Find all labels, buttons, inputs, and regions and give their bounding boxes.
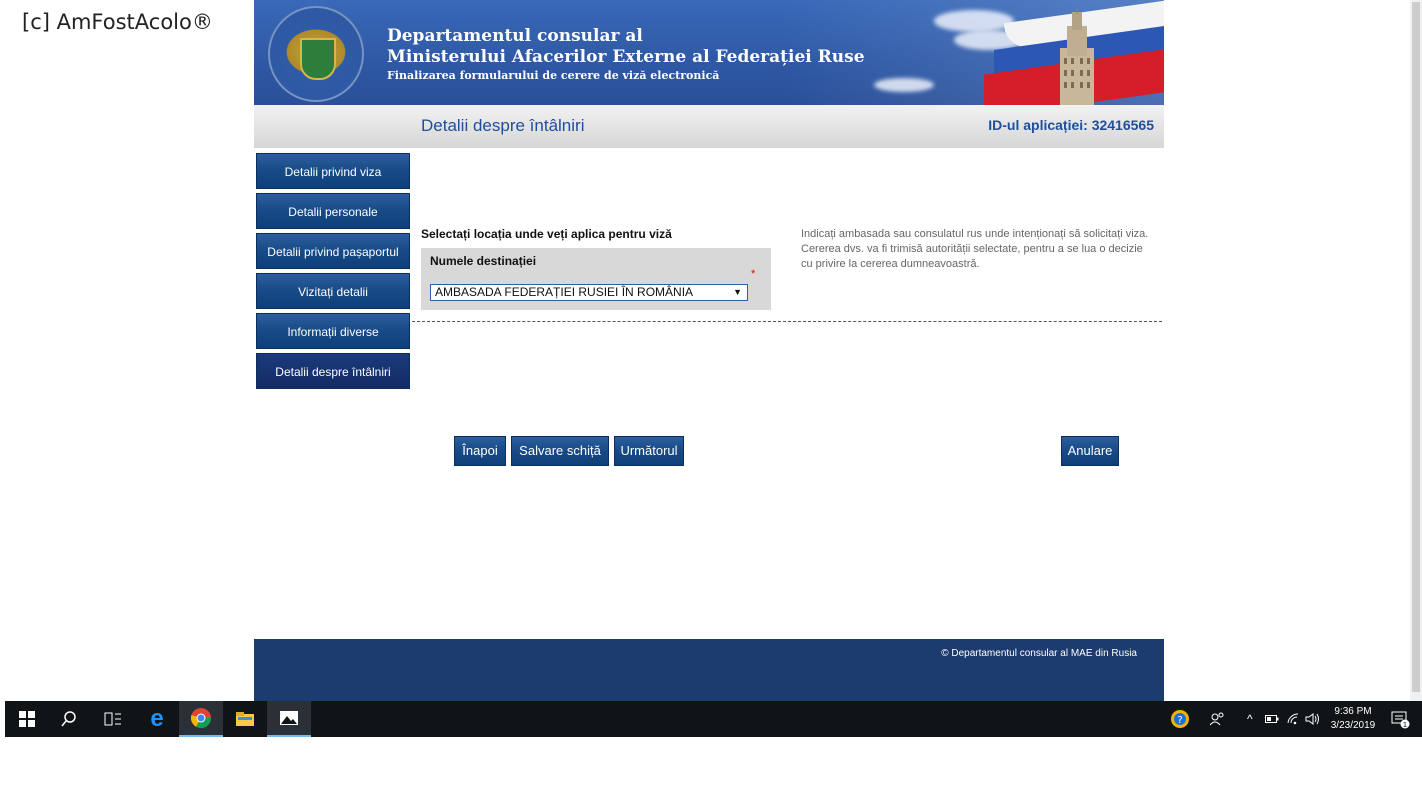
location-section-label: Selectați locația unde veți aplica pentr… (421, 227, 672, 241)
wifi-icon[interactable] (1287, 701, 1301, 737)
page-scrollbar[interactable] (1410, 0, 1422, 701)
ministry-building-icon (1060, 8, 1094, 105)
page: Departamentul consular al Ministerului A… (254, 0, 1164, 701)
edge-browser-icon[interactable]: e (135, 701, 179, 737)
sidebar-item-personal-details[interactable]: Detalii personale (256, 193, 410, 229)
sidebar: Detalii privind viza Detalii personale D… (256, 153, 410, 393)
clock-date: 3/23/2019 (1330, 720, 1376, 731)
header-line-3: Finalizarea formularului de cerere de vi… (387, 69, 720, 82)
svg-text:?: ? (1177, 715, 1182, 726)
action-center-icon[interactable]: 1 (1390, 701, 1410, 737)
windows-start-icon[interactable] (5, 701, 49, 737)
clock-time: 9:36 PM (1334, 706, 1372, 717)
destination-select-value: AMBASADA FEDERAȚIEI RUSIEI ÎN ROMÂNIA (435, 285, 694, 299)
sidebar-item-misc-info[interactable]: Informații diverse (256, 313, 410, 349)
sidebar-item-visit-details[interactable]: Vizitați detalii (256, 273, 410, 309)
dashed-divider (412, 321, 1162, 322)
help-text: Indicați ambasada sau consulatul rus und… (801, 228, 1149, 270)
sidebar-item-passport-details[interactable]: Detalii privind pașaportul (256, 233, 410, 269)
cancel-button[interactable]: Anulare (1061, 436, 1119, 466)
section-header: Detalii despre întâlniri ID-ul aplicație… (254, 105, 1164, 148)
notification-count: 1 (1403, 721, 1407, 729)
people-icon[interactable] (1210, 701, 1224, 737)
header-line-2: Ministerului Afacerilor Externe al Feder… (387, 47, 865, 67)
dropdown-arrow-icon: ▼ (733, 287, 742, 297)
header-title: Departamentul consular al Ministerului A… (387, 26, 865, 83)
help-icon[interactable]: ? (1170, 701, 1190, 737)
battery-icon[interactable] (1265, 701, 1279, 737)
search-icon[interactable] (47, 701, 91, 737)
photos-app-icon[interactable] (267, 701, 311, 737)
windows-taskbar: e ? ^ 9:36 PM 3/23/2019 1 (5, 701, 1422, 737)
consular-emblem-icon (268, 6, 364, 102)
task-view-icon[interactable] (91, 701, 135, 737)
next-button[interactable]: Următorul (614, 436, 684, 466)
destination-select[interactable]: AMBASADA FEDERAȚIEI RUSIEI ÎN ROMÂNIA ▼ (430, 284, 748, 301)
destination-field-label: Numele destinației (430, 254, 537, 268)
footer-copyright: © Departamentul consular al MAE din Rusi… (941, 648, 1137, 659)
chrome-browser-icon[interactable] (179, 701, 223, 737)
watermark: [c] AmFostAcolo® (22, 10, 213, 34)
sidebar-item-appointment-details[interactable]: Detalii despre întâlniri (256, 353, 410, 389)
save-draft-button[interactable]: Salvare schiță (511, 436, 609, 466)
scrollbar-thumb[interactable] (1412, 2, 1420, 692)
application-id: ID-ul aplicației: 32416565 (988, 117, 1154, 133)
system-clock[interactable]: 9:36 PM 3/23/2019 (1328, 705, 1378, 733)
volume-icon[interactable] (1305, 701, 1321, 737)
sidebar-item-visa-details[interactable]: Detalii privind viza (256, 153, 410, 189)
header-line-1: Departamentul consular al (387, 26, 643, 46)
required-marker: * (751, 268, 756, 280)
chevron-up-icon[interactable]: ^ (1247, 701, 1253, 737)
footer: © Departamentul consular al MAE din Rusi… (254, 639, 1164, 701)
header-banner: Departamentul consular al Ministerului A… (254, 0, 1164, 105)
file-explorer-icon[interactable] (223, 701, 267, 737)
page-title: Detalii despre întâlniri (421, 116, 585, 135)
back-button[interactable]: Înapoi (454, 436, 506, 466)
